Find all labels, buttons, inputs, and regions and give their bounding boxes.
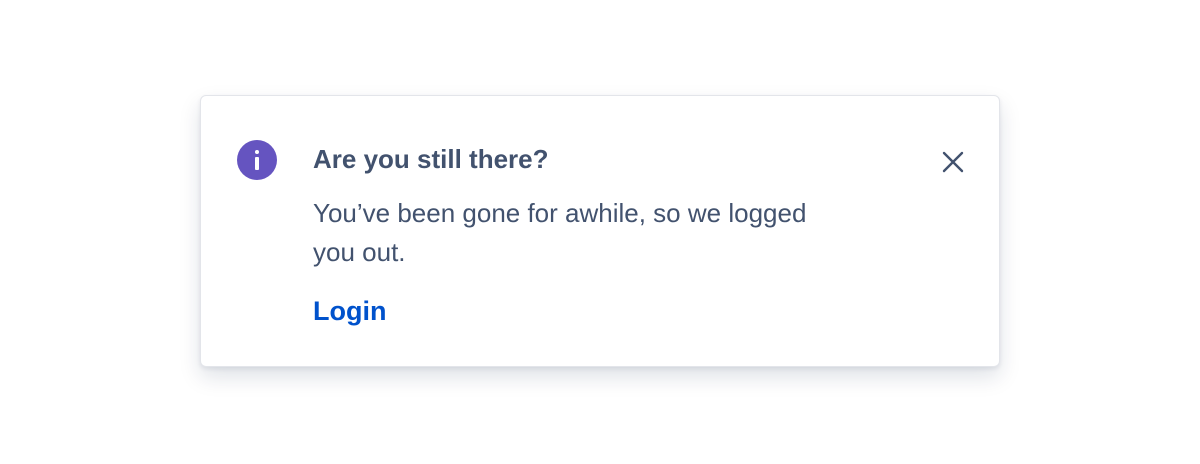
info-icon xyxy=(237,140,277,180)
info-icon-dot xyxy=(255,150,259,154)
flag-title: Are you still there? xyxy=(313,144,549,174)
session-timeout-flag: Are you still there? You’ve been gone fo… xyxy=(200,95,1000,367)
login-link[interactable]: Login xyxy=(313,294,386,328)
close-icon xyxy=(942,151,964,173)
flag-message: You’ve been gone for awhile, so we logge… xyxy=(313,198,807,267)
info-icon-stem xyxy=(255,157,259,170)
close-button[interactable] xyxy=(933,142,973,182)
page: Are you still there? You’ve been gone fo… xyxy=(0,0,1200,464)
